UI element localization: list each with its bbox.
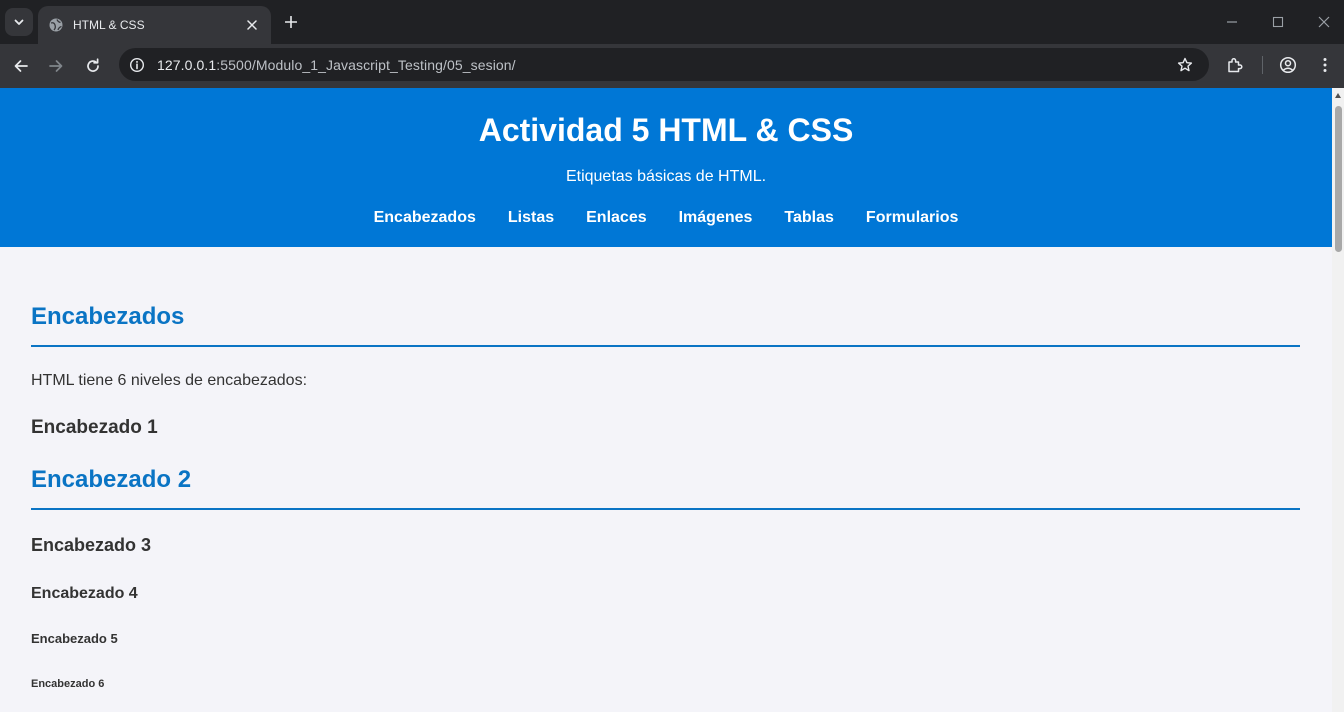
heading-level-3: Encabezado 3 — [31, 535, 152, 555]
profile-button[interactable] — [1275, 52, 1301, 78]
plus-icon — [285, 16, 297, 28]
site-nav: Encabezados Listas Enlaces Imágenes Tabl… — [0, 208, 1332, 228]
nav-link-imagenes[interactable]: Imágenes — [679, 208, 753, 228]
maximize-button[interactable] — [1265, 9, 1291, 35]
page-scrollbar[interactable] — [1332, 88, 1344, 712]
url-text: 127.0.0.1:5500/Modulo_1_Javascript_Testi… — [157, 57, 516, 73]
toolbar-separator — [1262, 56, 1263, 74]
section-title-rule — [31, 345, 1300, 347]
reload-button[interactable] — [79, 52, 107, 80]
nav-link-tablas[interactable]: Tablas — [784, 208, 834, 228]
section-intro: HTML tiene 6 niveles de encabezados: — [31, 372, 308, 389]
tab-close-button[interactable] — [243, 16, 261, 34]
scroll-up-arrow-icon[interactable] — [1335, 93, 1341, 98]
heading-level-2: Encabezado 2 — [31, 466, 192, 493]
url-host: 127.0.0.1 — [157, 56, 217, 73]
section-title: Encabezados — [31, 303, 185, 330]
tab-title: HTML & CSS — [73, 18, 145, 32]
heading-level-6: Encabezado 6 — [31, 678, 105, 690]
forward-icon — [49, 60, 63, 72]
heading-level-4: Encabezado 4 — [31, 585, 138, 602]
heading-level-5: Encabezado 5 — [31, 631, 118, 646]
star-icon — [1177, 57, 1193, 72]
site-title: Actividad 5 HTML & CSS — [478, 112, 854, 148]
globe-icon — [48, 17, 64, 33]
nav-link-formularios[interactable]: Formularios — [866, 208, 958, 228]
menu-icon — [1323, 58, 1327, 72]
window-close-button[interactable] — [1311, 9, 1337, 35]
new-tab-button[interactable] — [280, 11, 302, 33]
site-subtitle: Etiquetas básicas de HTML. — [565, 168, 767, 185]
chevron-down-icon — [14, 19, 24, 25]
nav-link-encabezados[interactable]: Encabezados — [374, 208, 476, 228]
site-info-button[interactable] — [126, 54, 148, 76]
minimize-button[interactable] — [1219, 9, 1245, 35]
site-header: Actividad 5 HTML & CSS Etiquetas básicas… — [0, 88, 1332, 247]
address-bar[interactable]: 127.0.0.1:5500/Modulo_1_Javascript_Testi… — [119, 48, 1209, 81]
tab-search-button[interactable] — [5, 8, 33, 36]
back-icon — [14, 60, 28, 72]
tab-strip: HTML & CSS — [0, 0, 1344, 44]
heading-level-1: Encabezado 1 — [31, 417, 158, 438]
extensions-button[interactable] — [1222, 52, 1248, 78]
back-button[interactable] — [7, 52, 35, 80]
info-icon — [129, 57, 145, 72]
scroll-thumb[interactable] — [1335, 106, 1342, 252]
heading-level-2-rule — [31, 508, 1300, 510]
nav-link-listas[interactable]: Listas — [508, 208, 554, 228]
menu-button[interactable] — [1312, 52, 1338, 78]
nav-link-enlaces[interactable]: Enlaces — [586, 208, 646, 228]
forward-button[interactable] — [42, 52, 70, 80]
profile-icon — [1279, 56, 1297, 74]
bookmark-button[interactable] — [1173, 53, 1197, 77]
minimize-icon — [1227, 21, 1237, 23]
maximize-icon — [1272, 16, 1284, 28]
url-path: :5500/Modulo_1_Javascript_Testing/05_ses… — [216, 56, 516, 73]
close-icon — [1318, 16, 1330, 28]
extensions-icon — [1228, 57, 1243, 73]
close-icon — [247, 20, 257, 30]
reload-icon — [87, 58, 99, 72]
browser-tab[interactable]: HTML & CSS — [38, 6, 271, 44]
page-viewport: Actividad 5 HTML & CSS Etiquetas básicas… — [0, 88, 1332, 712]
